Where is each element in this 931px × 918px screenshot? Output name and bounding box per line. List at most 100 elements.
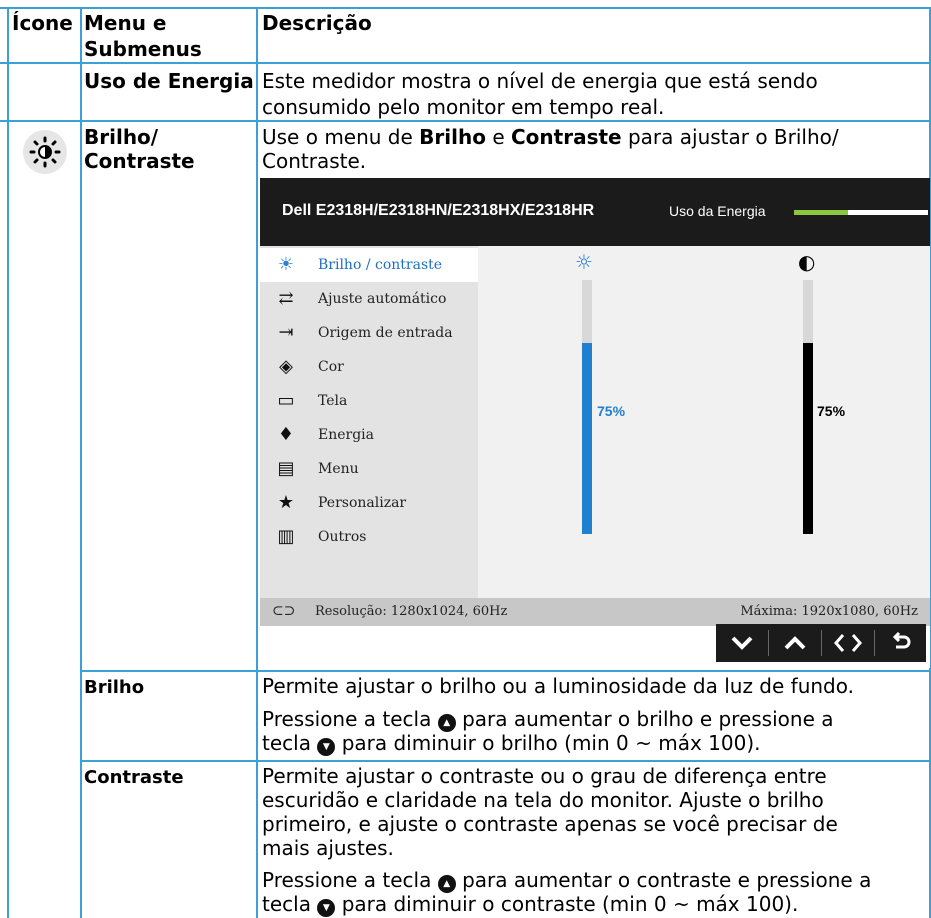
back-icon[interactable] [875, 624, 926, 662]
contrast-slider[interactable] [803, 280, 813, 534]
desc-bold-brilho: Brilho [419, 125, 486, 149]
osd-menu-item-label: Personalizar [318, 495, 407, 511]
table-border-col1 [80, 7, 82, 918]
manual-page: Ícone Menu e Submenus Descrição Uso de E… [0, 0, 931, 918]
brightness-slider[interactable] [582, 280, 592, 534]
osd-nav-buttons [716, 624, 926, 662]
osd-menu-item-label: Outros [318, 529, 367, 545]
osd-menu-item[interactable]: ▤ Menu [260, 452, 478, 486]
chevron-down-icon[interactable] [716, 624, 767, 662]
contrast-icon: ◐ [798, 250, 816, 274]
table-border-left [7, 7, 9, 918]
energy-row-desc-1: Este medidor mostra o nível de energia q… [262, 69, 818, 93]
contraste-row-desc-3: primeiro, e ajuste o contraste apenas se… [262, 812, 838, 836]
brightness-value: 75% [597, 403, 626, 419]
contrast-slider-fill [803, 343, 813, 534]
osd-menu-item[interactable]: ◈ Cor [260, 350, 478, 384]
osd-menu: ☀ Brilho / contraste ⇄ Ajuste automático ⇥ Or… [260, 246, 478, 598]
osd-menu-item[interactable]: ▥ Outros [260, 520, 478, 554]
desc-text: e [492, 125, 505, 149]
desc-text: tecla [262, 731, 311, 755]
desc-text: tecla [262, 892, 311, 916]
desc-text: para aumentar o brilho e pressione a [462, 707, 834, 731]
osd-resolution: Resolução: 1280x1024, 60Hz [315, 604, 508, 619]
desc-text: Pressione a tecla [262, 868, 432, 892]
contraste-row-name: Contraste [84, 767, 184, 788]
table-border-header [0, 62, 931, 64]
energy-icon: ♦ [277, 424, 295, 445]
table-border-top [0, 7, 931, 9]
osd-model-title: Dell E2318H/E2318HN/E2318HX/E2318HR [282, 202, 595, 219]
osd-power-meter-fill [794, 210, 848, 215]
osd-menu-item-label: Ajuste automático [318, 291, 447, 307]
brightness-slider-fill [582, 343, 592, 534]
desc-text: para diminuir o brilho (min 0 ~ máx 100)… [341, 731, 761, 755]
desc-text: para aumentar o contraste e pressione a [462, 868, 872, 892]
header-menu-line1: Menu e [84, 11, 167, 35]
auto-adjust-icon: ⇄ [278, 288, 294, 309]
osd-screenshot: Dell E2318H/E2318HN/E2318HX/E2318HR Uso … [260, 178, 930, 668]
brilho-row-desc-3: tecla ▼ para diminuir o brilho (min 0 ~ … [262, 732, 761, 756]
table-border-row2 [80, 670, 931, 672]
up-button-icon: ▲ [437, 875, 456, 893]
brilho-row-name: Brilho [84, 677, 145, 698]
osd-menu-item-label: Menu [318, 461, 359, 477]
vga-connector-icon: ⊂⊃ [272, 603, 296, 619]
header-icon: Ícone [12, 11, 73, 35]
desc-text: Use o menu de [262, 125, 413, 149]
up-button-icon: ▲ [437, 714, 456, 732]
brightness-row-desc-2: Contraste. [262, 149, 367, 173]
energy-row-desc-2: consumido pelo monitor em tempo real. [262, 95, 665, 119]
down-button-icon: ▼ [317, 899, 336, 917]
brilho-row-desc-2: Pressione a tecla ▲ para aumentar o bril… [262, 708, 834, 732]
osd-menu-item[interactable]: ⇥ Origem de entrada [260, 316, 478, 350]
osd-power-meter [794, 210, 928, 215]
contraste-row-desc-2: escuridão e claridade na tela do monitor… [262, 788, 824, 812]
desc-text: para ajustar o Brilho/ [627, 125, 839, 149]
energy-row-name: Uso de Energia [84, 69, 254, 93]
brilho-row-desc-1: Permite ajustar o brilho ou a luminosida… [262, 674, 854, 698]
display-icon: ▭ [277, 390, 295, 411]
table-border-row1 [0, 120, 931, 122]
desc-bold-contraste: Contraste [511, 125, 622, 149]
osd-menu-item-label: Cor [318, 359, 344, 375]
others-icon: ▥ [277, 526, 295, 547]
star-icon: ★ [277, 492, 295, 513]
osd-header: Dell E2318H/E2318HN/E2318HX/E2318HR Uso … [260, 178, 930, 246]
sun-contrast-icon: ☀ [277, 254, 295, 275]
input-source-icon: ⇥ [278, 322, 294, 343]
osd-menu-item-label: Origem de entrada [318, 325, 453, 341]
contraste-row-desc-4: mais ajustes. [262, 836, 394, 860]
osd-menu-item[interactable]: ★ Personalizar [260, 486, 478, 520]
table-border-col2 [256, 7, 258, 918]
osd-menu-item-label: Energia [318, 427, 374, 443]
brightness-row-name-1: Brilho/ [84, 125, 159, 149]
menu-icon: ▤ [277, 458, 295, 479]
osd-menu-item-label: Tela [318, 393, 348, 409]
contraste-row-desc-6: tecla ▼ para diminuir o contraste (min 0… [262, 893, 798, 917]
osd-max-resolution: Máxima: 1920x1080, 60Hz [740, 604, 918, 619]
desc-text: Pressione a tecla [262, 707, 432, 731]
brightness-row-desc-1: Use o menu de Brilho e Contraste para aj… [262, 126, 839, 148]
osd-menu-item[interactable]: ▭ Tela [260, 384, 478, 418]
desc-text: para diminuir o contraste (min 0 ~ máx 1… [341, 892, 799, 916]
contraste-row-desc-5: Pressione a tecla ▲ para aumentar o cont… [262, 869, 871, 893]
osd-power-label: Uso da Energia [669, 203, 766, 219]
sun-icon: ☼ [575, 250, 593, 274]
osd-menu-item[interactable]: ♦ Energia [260, 418, 478, 452]
arrows-left-right-icon[interactable] [822, 624, 873, 662]
header-menu-line2: Submenus [84, 37, 202, 61]
down-button-icon: ▼ [317, 738, 336, 756]
osd-menu-item-label: Brilho / contraste [318, 257, 443, 273]
chevron-up-icon[interactable] [769, 624, 820, 662]
contrast-value: 75% [817, 403, 846, 419]
header-description: Descrição [262, 11, 372, 35]
brightness-row-name-2: Contraste [84, 149, 195, 173]
osd-menu-item[interactable]: ☀ Brilho / contraste [260, 248, 478, 282]
table-border-row3 [80, 760, 931, 762]
brightness-contrast-icon [23, 130, 67, 174]
osd-menu-item[interactable]: ⇄ Ajuste automático [260, 282, 478, 316]
osd-footer: ⊂⊃ Resolução: 1280x1024, 60Hz Máxima: 19… [260, 598, 930, 626]
contraste-row-desc-1: Permite ajustar o contraste ou o grau de… [262, 764, 827, 788]
color-icon: ◈ [279, 356, 293, 377]
